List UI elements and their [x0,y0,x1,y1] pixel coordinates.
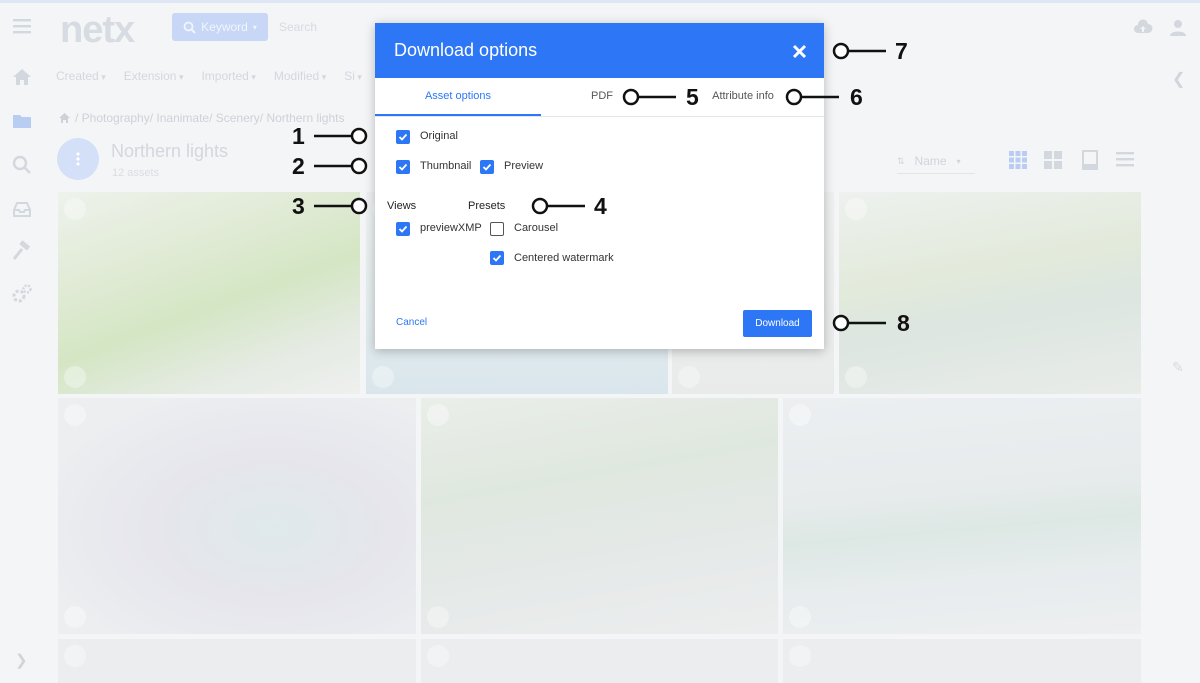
callout-8: 8 [897,310,910,336]
filter-imported[interactable]: Imported [201,69,255,83]
cancel-button[interactable]: Cancel [396,317,427,328]
grid-large-view-icon[interactable] [1042,149,1064,171]
magic-wand-icon[interactable]: ✎ [1172,359,1184,376]
select-checkbox[interactable] [372,366,394,388]
search-icon[interactable] [11,154,33,176]
settings-icon[interactable] [11,283,33,305]
tab-pdf[interactable]: PDF [580,78,624,114]
keyword-label: Keyword [201,20,248,34]
views-heading: Views [387,200,417,212]
centered-watermark-checkbox[interactable] [490,251,504,265]
left-rail: ❯ [0,3,44,683]
select-checkbox[interactable] [845,366,867,388]
carousel-label: Carousel [514,222,559,234]
asset-thumbnail[interactable] [421,398,778,634]
checkmark-icon [492,254,502,262]
sort-dropdown[interactable]: ⇅ Name ▾ [897,149,975,174]
callout-6: 6 [850,84,863,110]
filter-created[interactable]: Created [56,69,106,83]
folder-icon[interactable] [11,110,33,132]
checkmark-icon [482,163,492,171]
upload-cloud-icon[interactable] [1133,18,1153,38]
folder-badge [57,138,99,180]
menu-icon[interactable] [11,15,33,37]
asset-thumbnail[interactable] [58,398,416,634]
previewxmp-checkbox[interactable] [396,222,410,236]
sort-label: Name [914,154,947,168]
callout-3: 3 [292,193,305,219]
chevron-down-icon: ▾ [956,156,961,166]
chevron-right-icon[interactable]: ❯ [15,651,28,669]
filter-extension[interactable]: Extension [124,69,184,83]
asset-thumbnail[interactable] [839,192,1141,394]
select-checkbox[interactable] [64,606,86,628]
search-input[interactable]: Search [279,20,317,34]
checkmark-icon [398,133,408,141]
callout-2: 2 [292,153,305,179]
inbox-icon[interactable] [11,198,33,220]
keyword-dropdown-button[interactable]: Keyword ▾ [172,13,268,41]
more-vertical-icon[interactable] [70,151,86,167]
centered-watermark-label: Centered watermark [514,252,614,264]
netx-logo: netx [60,9,135,51]
callout-1: 1 [292,123,305,149]
home-icon[interactable] [11,66,33,88]
filter-bar: Created Extension Imported Modified Si [56,69,362,83]
presets-heading: Presets [468,200,506,212]
select-checkbox[interactable] [678,366,700,388]
callout-5: 5 [686,84,699,110]
asset-thumbnail[interactable] [783,398,1141,634]
select-checkbox[interactable] [64,404,86,426]
select-checkbox[interactable] [64,366,86,388]
select-checkbox[interactable] [789,404,811,426]
filter-modified[interactable]: Modified [274,69,326,83]
thumbnail-label: Thumbnail [420,160,472,172]
select-checkbox[interactable] [845,198,867,220]
preview-checkbox[interactable] [480,160,494,174]
tab-asset-options[interactable]: Asset options [375,78,541,116]
select-checkbox[interactable] [789,645,811,667]
tab-attribute-info[interactable]: Attribute info [709,78,777,114]
sort-order-icon[interactable]: ⇅ [897,156,905,167]
select-checkbox[interactable] [789,606,811,628]
select-checkbox[interactable] [427,404,449,426]
close-icon [792,44,806,58]
carousel-checkbox[interactable] [490,222,504,236]
thumbnail-checkbox[interactable] [396,160,410,174]
home-icon[interactable] [58,112,71,124]
preview-label: Preview [504,160,544,172]
callout-7: 7 [895,38,908,64]
close-button[interactable] [787,39,811,63]
select-checkbox[interactable] [64,645,86,667]
callout-4: 4 [594,193,607,219]
dialog-title: Download options [394,40,538,60]
chevron-down-icon: ▾ [252,22,257,32]
asset-thumbnail[interactable] [783,639,1141,683]
list-view-icon[interactable] [1114,149,1136,171]
asset-thumbnail[interactable] [58,639,416,683]
original-label: Original [420,130,458,142]
original-checkbox[interactable] [396,130,410,144]
grid-small-view-icon[interactable] [1007,149,1029,171]
chevron-left-icon[interactable]: ❮ [1172,69,1185,89]
dialog-tabs: Asset options PDF Attribute info [375,78,824,117]
folder-title: Northern lights [111,141,229,161]
checkmark-icon [398,163,408,171]
single-view-icon[interactable] [1079,149,1101,171]
asset-thumbnail[interactable] [421,639,778,683]
download-options-dialog: Download options Asset options PDF Attri… [375,23,824,349]
download-button[interactable]: Download [743,310,812,337]
filter-size[interactable]: Si [344,69,362,83]
select-checkbox[interactable] [427,645,449,667]
dialog-header: Download options [375,23,824,78]
select-checkbox[interactable] [64,198,86,220]
previewxmp-label: previewXMP [420,222,482,234]
search-icon [183,21,196,34]
user-icon[interactable] [1168,18,1188,38]
hammer-icon[interactable] [11,240,33,262]
checkmark-icon [398,225,408,233]
select-checkbox[interactable] [427,606,449,628]
asset-count: 12 assets [112,167,160,179]
asset-thumbnail[interactable] [58,192,360,394]
